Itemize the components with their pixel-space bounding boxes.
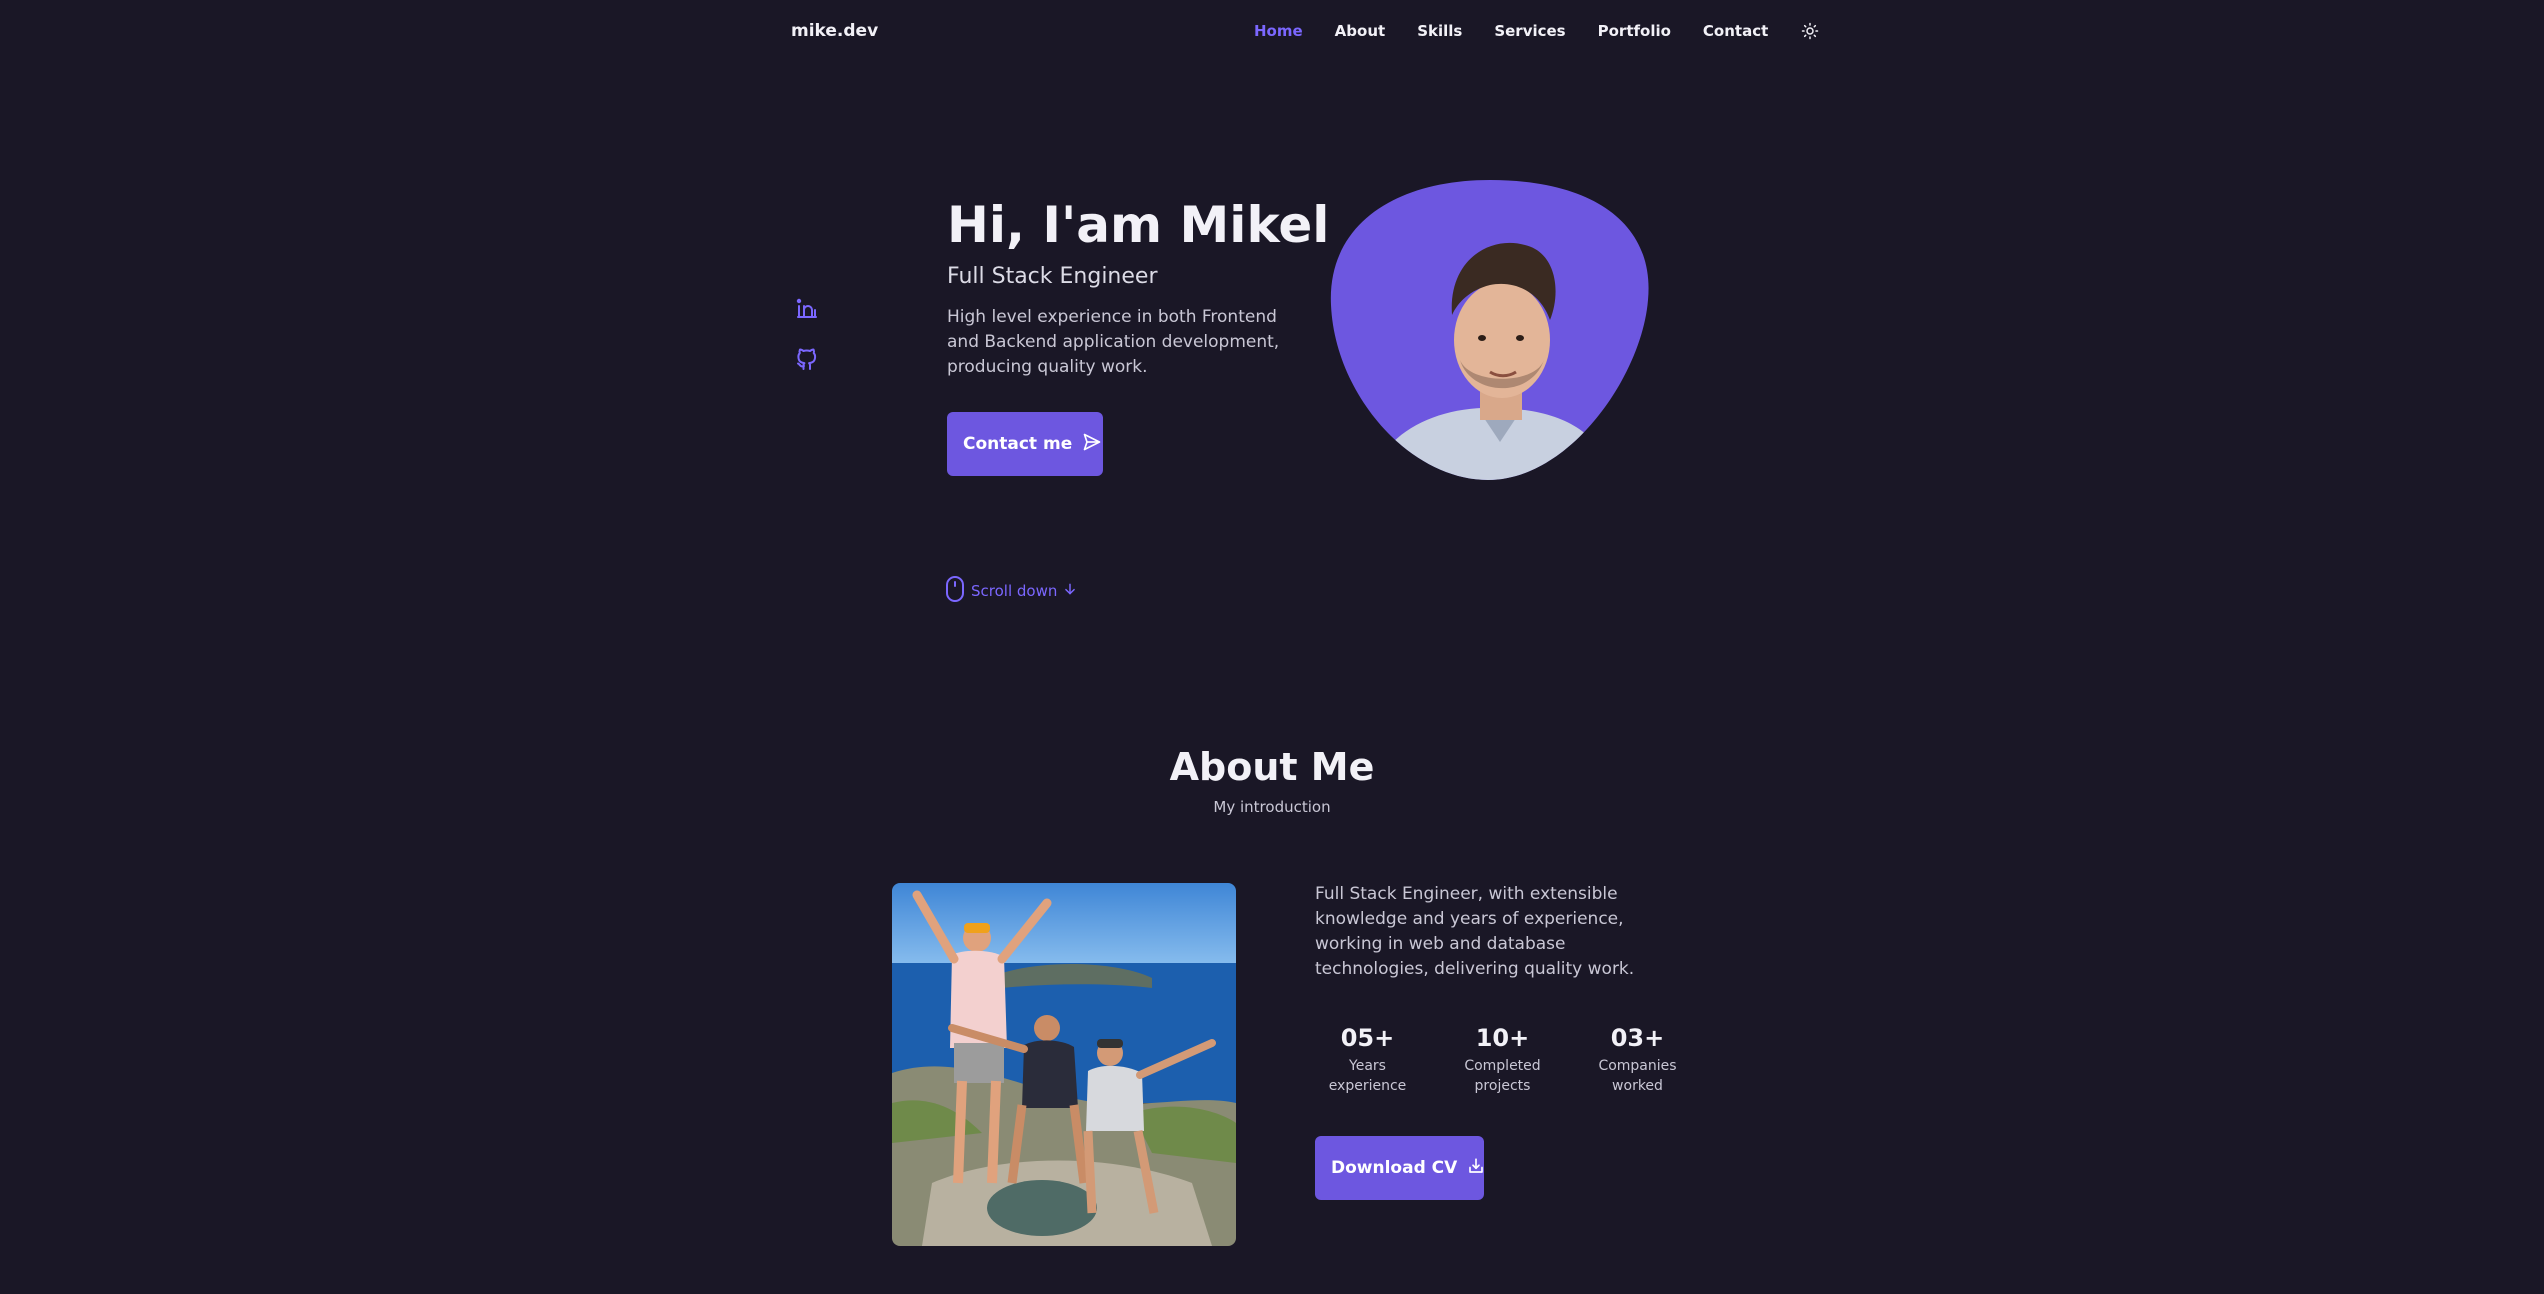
nav-about[interactable]: About: [1335, 22, 1386, 40]
stat-value: 10+: [1475, 1024, 1530, 1052]
contact-me-label: Contact me: [963, 434, 1073, 454]
download-cv-label: Download CV: [1331, 1158, 1458, 1178]
about-title: About Me: [1169, 745, 1375, 789]
nav-contact[interactable]: Contact: [1703, 22, 1768, 40]
github-icon[interactable]: [795, 346, 819, 374]
stat-label-line: Years: [1349, 1058, 1386, 1074]
scroll-down-label: Scroll down: [971, 582, 1058, 600]
contact-me-button[interactable]: Contact me: [947, 412, 1103, 476]
nav-home[interactable]: Home: [1254, 22, 1303, 40]
stat-companies: 03+ Companies worked: [1570, 1024, 1705, 1096]
about-subtitle: My introduction: [1213, 798, 1331, 816]
stat-label-line: Completed: [1464, 1058, 1541, 1074]
sun-icon[interactable]: [1800, 21, 1820, 41]
hero-description: High level experience in both Frontend a…: [947, 307, 1280, 377]
arrow-down-icon: [1063, 582, 1077, 600]
social-links: [795, 296, 819, 374]
stat-label: Years experience: [1300, 1056, 1435, 1096]
stats-row: 05+ Years experience 10+ Completed proje…: [1300, 1024, 1705, 1096]
stat-projects: 10+ Completed projects: [1435, 1024, 1570, 1096]
mouse-icon: [945, 575, 965, 607]
send-icon: [1082, 432, 1102, 457]
stat-label-line: experience: [1328, 1078, 1407, 1094]
stat-label-line: Companies: [1598, 1058, 1677, 1074]
nav-portfolio[interactable]: Portfolio: [1598, 22, 1671, 40]
stat-value: 03+: [1610, 1024, 1665, 1052]
profile-photo: [1330, 180, 1650, 480]
stat-label: Companies worked: [1570, 1056, 1705, 1096]
stat-value: 05+: [1340, 1024, 1395, 1052]
download-cv-button[interactable]: Download CV: [1315, 1136, 1484, 1200]
stat-years: 05+ Years experience: [1300, 1024, 1435, 1096]
brand-logo[interactable]: mike.dev: [791, 21, 878, 41]
nav-services[interactable]: Services: [1494, 22, 1565, 40]
scroll-down-link[interactable]: Scroll down: [945, 575, 1077, 607]
about-description: Full Stack Engineer, with extensible kno…: [1315, 884, 1635, 979]
stat-label: Completed projects: [1435, 1056, 1570, 1096]
hero-title: Hi, I'am Mikel: [947, 196, 1330, 254]
main-nav: Home About Skills Services Portfolio Con…: [1254, 21, 1820, 41]
hero-subtitle: Full Stack Engineer: [947, 264, 1158, 289]
nav-skills[interactable]: Skills: [1417, 22, 1462, 40]
stat-label-line: projects: [1474, 1078, 1531, 1094]
page: mike.dev Home About Skills Services Port…: [0, 0, 2544, 1294]
linkedin-icon[interactable]: [795, 296, 819, 324]
download-icon: [1467, 1157, 1485, 1180]
about-photo: [892, 883, 1236, 1246]
stat-label-line: worked: [1612, 1078, 1663, 1094]
